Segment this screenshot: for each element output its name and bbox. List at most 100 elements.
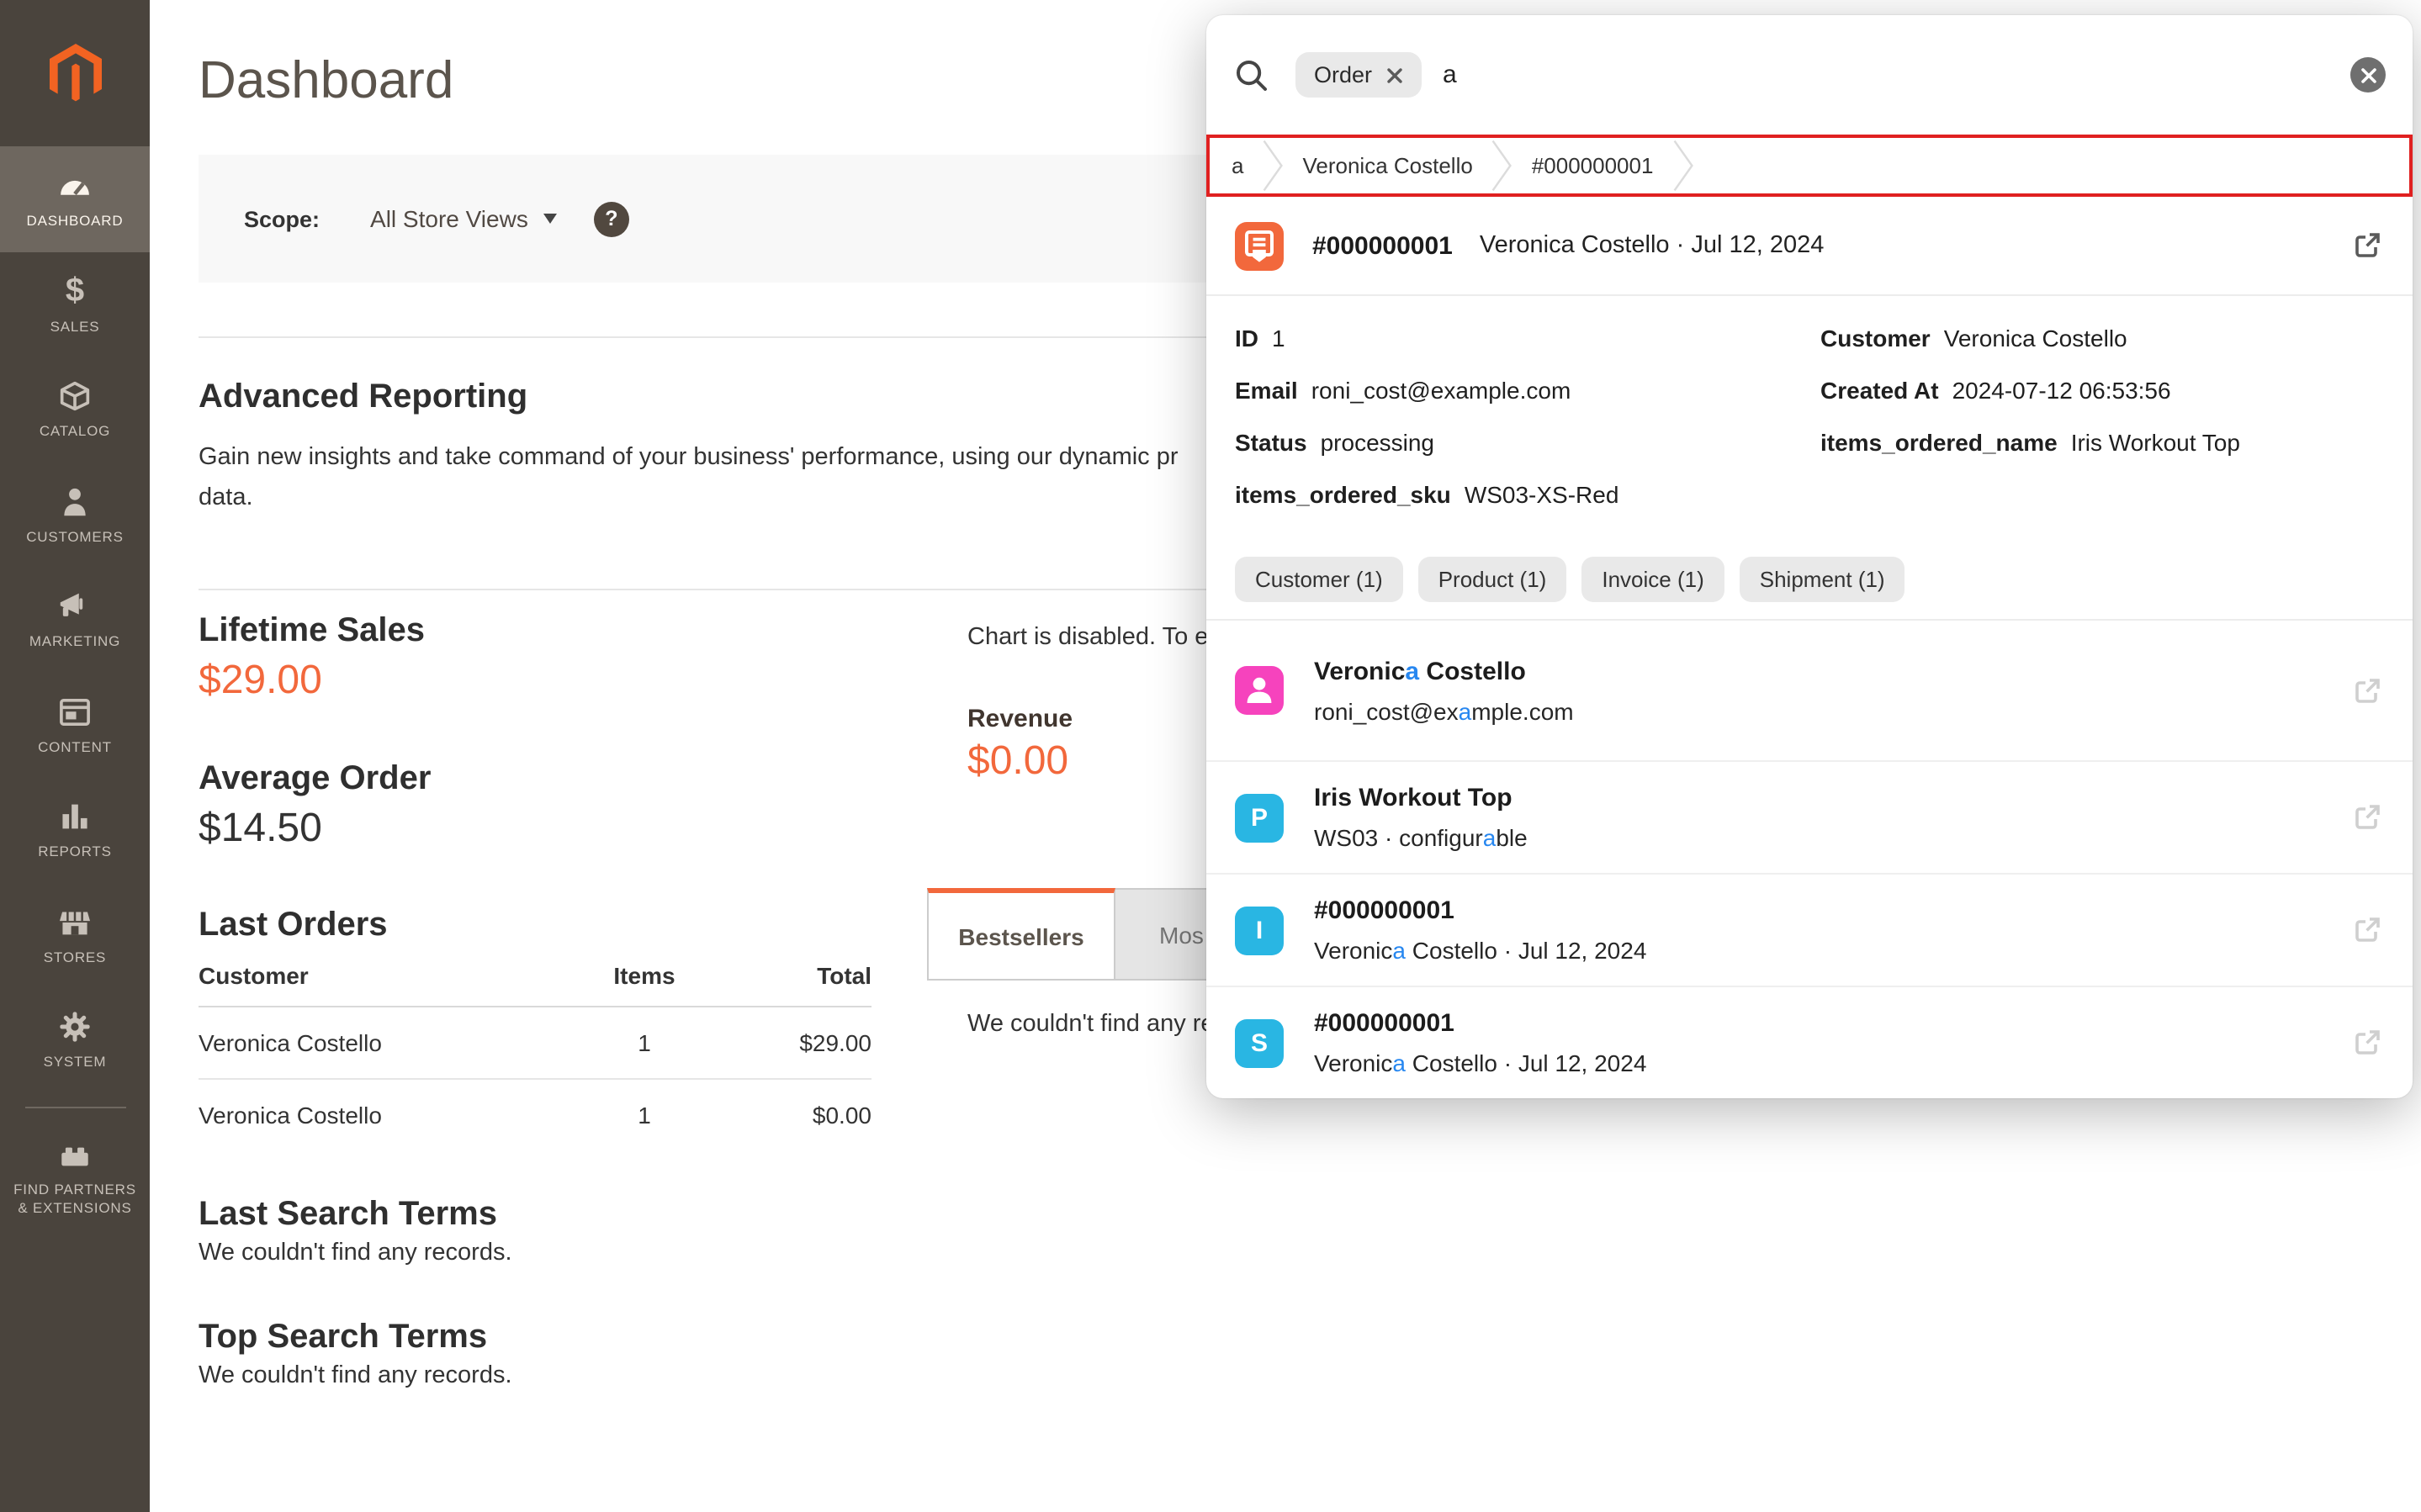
- cell-total: $29.00: [737, 1029, 871, 1056]
- open-shipment-button[interactable]: [2350, 1026, 2384, 1060]
- cell-customer: Veronica Costello: [199, 1102, 552, 1129]
- sidebar-item-customers[interactable]: CUSTOMERS: [0, 462, 150, 567]
- chip-customer-count[interactable]: Customer (1): [1235, 556, 1403, 601]
- scope-label: Scope:: [244, 206, 320, 231]
- cell-total: $0.00: [737, 1102, 871, 1129]
- clear-search-button[interactable]: [2350, 57, 2386, 93]
- result-subtitle: WS03 · configurable: [1314, 824, 1528, 851]
- chevron-down-icon: [543, 214, 557, 224]
- details-right-column: CustomerVeronica Costello Created At2024…: [1820, 321, 2240, 459]
- external-link-icon: [2350, 913, 2384, 947]
- detail-items-ordered-name: items_ordered_nameIris Workout Top: [1820, 426, 2240, 459]
- col-customer: Customer: [199, 962, 552, 989]
- sidebar-item-label: SYSTEM: [44, 1053, 107, 1071]
- sidebar-item-label: FIND PARTNERS& EXTENSIONS: [13, 1181, 136, 1218]
- result-title: Veronica Costello: [1314, 657, 1574, 685]
- sidebar: DASHBOARD $ SALES CATALOG CUSTOMERS: [0, 0, 150, 1512]
- chart-disabled-note: Chart is disabled. To e: [967, 624, 1208, 651]
- sidebar-item-content[interactable]: CONTENT: [0, 672, 150, 777]
- col-total: Total: [737, 962, 871, 989]
- chip-invoice-count[interactable]: Invoice (1): [1581, 556, 1724, 601]
- tab-bestsellers[interactable]: Bestsellers: [927, 888, 1115, 981]
- chip-product-count[interactable]: Product (1): [1418, 556, 1567, 601]
- bar-chart-icon: [56, 797, 94, 836]
- sidebar-item-find-partners[interactable]: FIND PARTNERS& EXTENSIONS: [0, 1118, 150, 1235]
- advanced-reporting-title: Advanced Reporting: [199, 378, 527, 417]
- table-header: Customer Items Total: [199, 962, 871, 1007]
- gear-icon: [56, 1007, 94, 1046]
- search-bar: Order: [1206, 15, 2413, 135]
- sidebar-item-label: CONTENT: [38, 737, 112, 756]
- result-row-invoice[interactable]: I #000000001 Veronica Costello · Jul 12,…: [1206, 873, 2413, 986]
- sidebar-item-stores[interactable]: STORES: [0, 882, 150, 987]
- order-receipt-icon: [1235, 221, 1284, 270]
- chip-remove-icon[interactable]: [1385, 66, 1402, 83]
- sidebar-item-reports[interactable]: REPORTS: [0, 777, 150, 882]
- open-invoice-button[interactable]: [2350, 913, 2384, 947]
- result-row-product[interactable]: P Iris Workout Top WS03 · configurable: [1206, 760, 2413, 873]
- search-icon[interactable]: [1233, 56, 1270, 93]
- chevron-right-icon: [1491, 138, 1513, 193]
- sidebar-item-catalog[interactable]: CATALOG: [0, 357, 150, 462]
- scope-bar: Scope: All Store Views ?: [199, 155, 1380, 283]
- result-subtitle: Veronica Costello · Jul 12, 2024: [1314, 937, 1646, 964]
- advanced-reporting-desc-line2: data.: [199, 484, 253, 511]
- cell-customer: Veronica Costello: [199, 1029, 552, 1056]
- result-row-customer[interactable]: Veronica Costello roni_cost@example.com: [1206, 621, 2413, 760]
- sidebar-item-label: DASHBOARD: [27, 212, 124, 230]
- table-row[interactable]: Veronica Costello 1 $29.00: [199, 1007, 871, 1080]
- shipment-letter-icon: S: [1235, 1018, 1284, 1067]
- filter-chip-order[interactable]: Order: [1295, 52, 1421, 98]
- last-search-title: Last Search Terms: [199, 1196, 497, 1234]
- sidebar-item-marketing[interactable]: MARKETING: [0, 567, 150, 672]
- magento-logo[interactable]: [0, 0, 150, 146]
- store-view-selector[interactable]: All Store Views: [370, 205, 557, 232]
- order-result-header[interactable]: #000000001 Veronica Costello · Jul 12, 2…: [1206, 197, 2413, 294]
- open-order-button[interactable]: [2350, 229, 2384, 262]
- advanced-reporting-desc-line1: Gain new insights and take command of yo…: [199, 444, 1179, 471]
- global-search-panel: Order a Veronica Costello #000000001: [1206, 15, 2413, 1098]
- sidebar-nav: DASHBOARD $ SALES CATALOG CUSTOMERS: [0, 146, 150, 1235]
- search-input[interactable]: [1439, 59, 2350, 91]
- chevron-right-icon: [1262, 138, 1284, 193]
- chevron-right-icon: [1671, 138, 1693, 193]
- top-search-title: Top Search Terms: [199, 1319, 487, 1357]
- dollar-icon: $: [66, 272, 84, 310]
- lifetime-sales-label: Lifetime Sales: [199, 612, 425, 651]
- detail-created-at: Created At2024-07-12 06:53:56: [1820, 373, 2240, 407]
- chip-shipment-count[interactable]: Shipment (1): [1740, 556, 1905, 601]
- storefront-icon: [56, 902, 94, 941]
- result-title: #000000001: [1314, 896, 1646, 925]
- no-records-text: We couldn't find any records.: [199, 1362, 512, 1389]
- sidebar-item-sales[interactable]: $ SALES: [0, 251, 150, 357]
- tab-label: Bestsellers: [958, 923, 1083, 949]
- open-customer-button[interactable]: [2350, 674, 2384, 707]
- sidebar-item-label: CATALOG: [40, 422, 110, 441]
- breadcrumb-query[interactable]: a: [1232, 153, 1243, 178]
- section-divider: [199, 589, 1380, 590]
- result-subtitle: roni_cost@example.com: [1314, 697, 1574, 724]
- order-details: ID1 Emailroni_cost@example.com Statuspro…: [1206, 296, 2413, 538]
- lifetime-sales-value: $29.00: [199, 658, 322, 705]
- external-link-icon: [2350, 801, 2384, 834]
- col-items: Items: [552, 962, 737, 989]
- help-icon[interactable]: ?: [594, 201, 629, 236]
- sidebar-item-system[interactable]: SYSTEM: [0, 987, 150, 1092]
- dashboard-gauge-icon: [56, 167, 94, 205]
- breadcrumb-customer[interactable]: Veronica Costello: [1302, 153, 1472, 178]
- page-title: Dashboard: [199, 50, 453, 111]
- lego-brick-icon: [56, 1135, 94, 1174]
- sidebar-item-label: SALES: [50, 317, 100, 336]
- sidebar-item-label: CUSTOMERS: [26, 527, 124, 546]
- search-highlight: a: [1405, 657, 1419, 685]
- bestsellers-empty-text: We couldn't find any rec: [967, 1011, 1226, 1038]
- breadcrumb-order[interactable]: #000000001: [1532, 153, 1654, 178]
- magento-logo-icon: [41, 40, 109, 107]
- sidebar-item-label: STORES: [44, 948, 106, 966]
- table-row[interactable]: Veronica Costello 1 $0.00: [199, 1080, 871, 1150]
- sidebar-item-dashboard[interactable]: DASHBOARD: [0, 146, 150, 251]
- order-number: #000000001: [1312, 231, 1453, 260]
- search-highlight: a: [1392, 1049, 1406, 1076]
- result-row-shipment[interactable]: S #000000001 Veronica Costello · Jul 12,…: [1206, 986, 2413, 1098]
- open-product-button[interactable]: [2350, 801, 2384, 834]
